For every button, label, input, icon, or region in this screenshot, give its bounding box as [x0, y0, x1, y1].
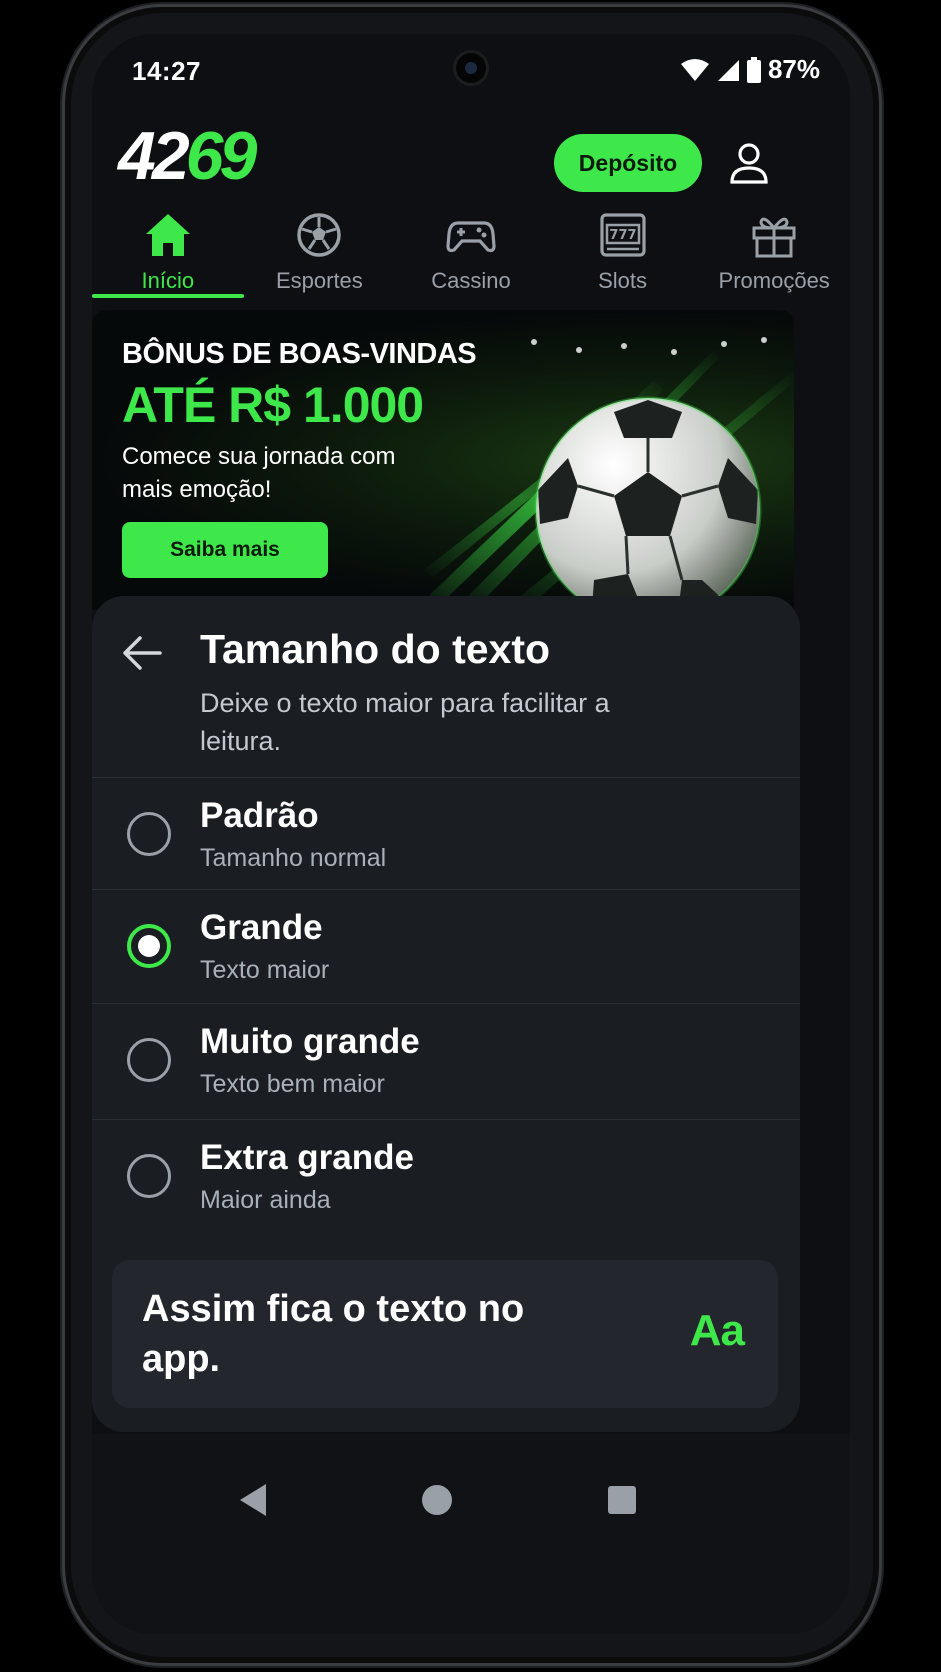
brand-logo[interactable]: 4269	[118, 118, 258, 194]
sheet-header: Tamanho do texto Deixe o texto maior par…	[92, 596, 800, 778]
status-time: 14:27	[132, 56, 201, 86]
text-preview-card: Assim fica o texto no app. Aa	[112, 1260, 778, 1408]
recents-square-icon[interactable]	[592, 1470, 652, 1530]
sheet-title: Tamanho do texto	[200, 626, 551, 672]
option-sublabel: Maior ainda	[200, 1186, 331, 1214]
soccer-ball-icon	[297, 213, 342, 257]
radio-button[interactable]	[127, 812, 171, 856]
nav-tab-esportes[interactable]: Esportes	[244, 204, 396, 304]
back-arrow-icon[interactable]	[120, 630, 166, 676]
text-size-sheet: Tamanho do texto Deixe o texto maior par…	[92, 596, 800, 1432]
main-nav: Início Esportes Cassino 777 Slots Promoç…	[92, 204, 850, 304]
text-size-option-muito-grande[interactable]: Muito grande Texto bem maior	[92, 1004, 800, 1120]
signal-icon	[717, 59, 739, 81]
nav-tab-label: Promoções	[718, 268, 830, 293]
sheet-description: Deixe o texto maior para facilitar a lei…	[200, 688, 610, 756]
front-camera	[453, 50, 489, 86]
text-size-option-padrao[interactable]: Padrão Tamanho normal	[92, 778, 800, 890]
option-sublabel: Tamanho normal	[200, 844, 387, 872]
system-nav-bar	[92, 1434, 850, 1634]
banner-subtitle: Comece sua jornada com mais emoção!	[122, 443, 396, 503]
option-sublabel: Texto bem maior	[200, 1070, 385, 1098]
home-circle-icon[interactable]	[407, 1470, 467, 1530]
preview-text: Assim fica o texto no app.	[142, 1288, 525, 1380]
gift-icon	[752, 217, 796, 258]
text-size-option-extra-grande[interactable]: Extra grande Maior ainda	[92, 1120, 800, 1240]
nav-tab-label: Esportes	[275, 268, 363, 293]
option-label: Extra grande	[200, 1138, 414, 1177]
text-size-option-grande[interactable]: Grande Texto maior	[92, 890, 800, 1004]
nav-tab-promocoes[interactable]: Promoções	[698, 204, 850, 304]
text-size-glyph-icon: Aa	[689, 1306, 745, 1355]
promo-banner[interactable]: BÔNUS DE BOAS-VINDAS ATÉ R$ 1.000 Comece…	[92, 310, 794, 610]
nav-tab-slots[interactable]: 777 Slots	[547, 204, 699, 304]
nav-tab-label: Slots	[598, 268, 648, 293]
back-triangle-icon[interactable]	[222, 1470, 282, 1530]
option-label: Padrão	[200, 796, 319, 835]
wifi-icon	[680, 58, 709, 81]
nav-tab-label: Cassino	[431, 268, 511, 293]
logo-green-part: 69	[185, 118, 258, 194]
banner-title: BÔNUS DE BOAS-VINDAS	[122, 338, 477, 370]
radio-button[interactable]	[127, 1154, 171, 1198]
slot-machine-icon: 777	[599, 213, 646, 257]
battery-percent: 87%	[767, 54, 820, 84]
logo-white-part: 42	[118, 118, 190, 194]
battery-icon	[746, 56, 761, 83]
learn-more-button[interactable]: Saiba mais	[122, 522, 328, 578]
nav-tab-label: Início	[141, 268, 195, 293]
option-label: Muito grande	[200, 1022, 420, 1061]
svg-text:777: 777	[609, 228, 636, 243]
nav-tab-inicio[interactable]: Início	[92, 204, 244, 304]
deposit-button[interactable]: Depósito	[554, 134, 702, 192]
app-header: 4269 Depósito	[92, 120, 850, 200]
banner-amount: ATÉ R$ 1.000	[122, 377, 424, 433]
status-bar: 14:27 87%	[92, 34, 850, 106]
option-sublabel: Texto maior	[200, 956, 330, 984]
soccer-ball-image	[534, 396, 762, 610]
screen: 14:27 87% 4269 Depósito Início Esportes	[92, 34, 850, 1634]
status-icons: 87%	[680, 54, 820, 85]
home-icon	[145, 214, 190, 256]
radio-button[interactable]	[127, 1038, 171, 1082]
user-icon[interactable]	[726, 140, 772, 186]
radio-button-selected[interactable]	[127, 924, 171, 968]
gamepad-icon	[446, 221, 496, 253]
nav-tab-cassino[interactable]: Cassino	[395, 204, 547, 304]
option-label: Grande	[200, 908, 323, 947]
